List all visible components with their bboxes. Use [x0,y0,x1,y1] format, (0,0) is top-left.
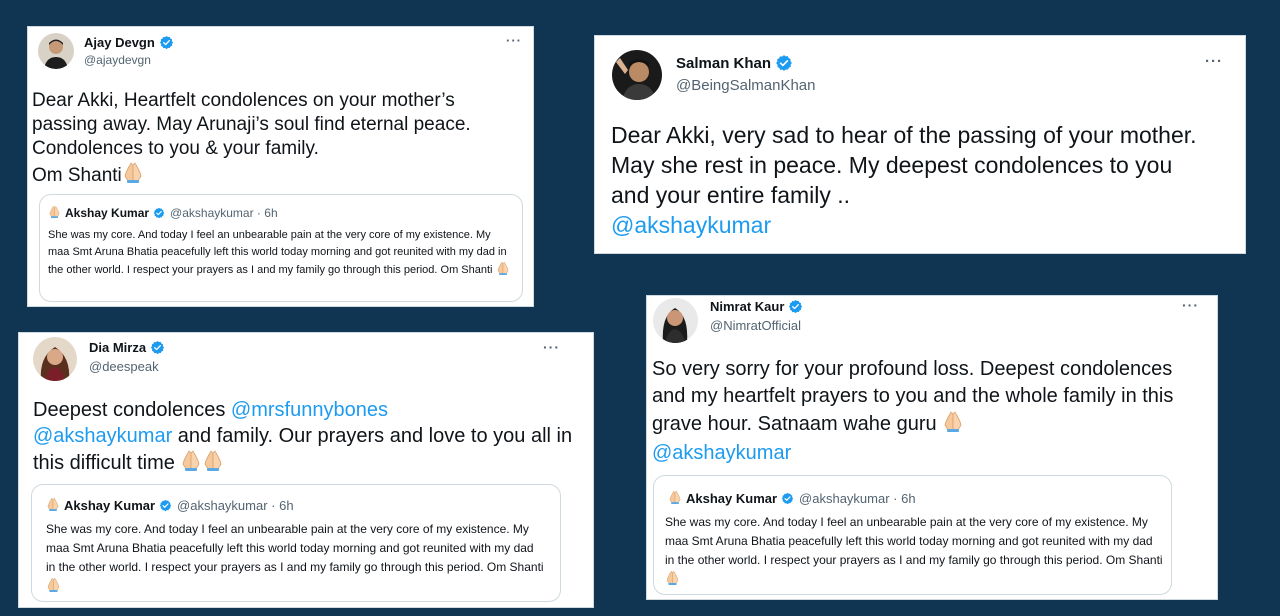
tweet-text-content: So very sorry for your profound loss. De… [652,358,1174,435]
avatar[interactable] [612,50,662,100]
author-handle[interactable]: @BeingSalmanKhan [676,77,815,94]
more-options-icon[interactable]: ··· [1182,297,1199,313]
quoted-text-content: She was my core. And today I feel an unb… [48,229,507,276]
quoted-tweet[interactable]: Akshay Kumar @akshaykumar · 6h She was m… [31,484,561,602]
tweet-card-dia-mirza[interactable]: Dia Mirza @deespeak ··· Deepest condolen… [18,332,594,608]
author-row: Ajay Devgn [84,35,174,50]
more-options-icon[interactable]: ··· [506,33,522,48]
author-name[interactable]: Ajay Devgn [84,35,155,50]
quoted-author-handle[interactable]: @akshaykumar · 6h [799,491,916,506]
verified-badge-icon [159,35,174,50]
verified-badge-icon [775,54,793,72]
mention-link[interactable]: @akshaykumar [611,212,771,238]
folded-hands-emoji-icon [665,570,680,591]
avatar[interactable] [33,337,77,381]
author-row: Nimrat Kaur [710,299,804,314]
avatar[interactable] [653,298,698,343]
author-name[interactable]: Salman Khan [676,55,771,72]
folded-hands-emoji-icon [122,161,144,190]
tweet-card-nimrat-kaur[interactable]: Nimrat Kaur @NimratOfficial ··· So very … [646,295,1218,600]
tweet-text: Dear Akki, very sad to hear of the passi… [611,120,1211,240]
quoted-author-handle[interactable]: @akshaykumar · 6h [170,206,278,220]
folded-hands-emoji-icon [46,577,61,598]
folded-hands-avatar-icon [46,497,60,514]
quoted-text-content: She was my core. And today I feel an unb… [665,515,1163,567]
verified-badge-icon [159,499,172,512]
tweet-text: So very sorry for your profound loss. De… [652,356,1197,467]
verified-badge-icon [150,340,165,355]
author-name[interactable]: Nimrat Kaur [710,299,784,314]
quoted-author-name[interactable]: Akshay Kumar [686,491,777,506]
folded-hands-emoji-icon [202,449,224,478]
folded-hands-avatar-icon [668,490,682,507]
quoted-tweet[interactable]: Akshay Kumar @akshaykumar · 6h She was m… [39,194,523,302]
author-row: Dia Mirza [89,340,165,355]
verified-badge-icon [781,492,794,505]
tweet-card-ajay-devgn[interactable]: Ajay Devgn @ajaydevgn ··· Dear Akki, Hea… [27,26,534,307]
quoted-tweet-text: She was my core. And today I feel an unb… [665,513,1165,591]
folded-hands-emoji-icon [496,261,510,281]
verified-badge-icon [788,299,804,314]
avatar-image [38,33,74,69]
folded-hands-avatar-icon [48,205,61,221]
avatar-image [653,298,698,343]
folded-hands-emoji-icon [180,449,202,478]
avatar[interactable] [38,33,74,69]
quoted-tweet[interactable]: Akshay Kumar @akshaykumar · 6h She was m… [653,475,1172,595]
quoted-tweet-header: Akshay Kumar @akshaykumar · 6h [668,490,916,507]
folded-hands-emoji-icon [942,410,964,440]
tweet-text: Dear Akki, Heartfelt condolences on your… [32,89,522,190]
more-options-icon[interactable]: ··· [543,339,560,355]
tweet-card-salman-khan[interactable]: Salman Khan @BeingSalmanKhan ··· Dear Ak… [594,35,1246,254]
mention-link[interactable]: @akshaykumar [33,425,172,447]
author-handle[interactable]: @deespeak [89,359,159,374]
quoted-author-name[interactable]: Akshay Kumar [65,206,149,220]
author-handle[interactable]: @NimratOfficial [710,318,801,333]
verified-badge-icon [153,207,165,219]
author-row: Salman Khan [676,54,793,72]
mention-link[interactable]: @akshaykumar [652,442,791,464]
tweet-text-content: Dear Akki, Heartfelt condolences on your… [32,90,471,186]
avatar-image [33,337,77,381]
quoted-tweet-text: She was my core. And today I feel an unb… [48,227,510,281]
quoted-text-content: She was my core. And today I feel an unb… [46,522,544,574]
author-name[interactable]: Dia Mirza [89,340,146,355]
avatar-image [612,50,662,100]
more-options-icon[interactable]: ··· [1205,53,1223,70]
quoted-tweet-header: Akshay Kumar @akshaykumar · 6h [46,497,294,514]
tweet-text-prefix: Deepest condolences [33,399,231,421]
quoted-tweet-header: Akshay Kumar @akshaykumar · 6h [48,205,278,221]
tweet-text-content: Dear Akki, very sad to hear of the passi… [611,122,1197,208]
mention-link[interactable]: @mrsfunnybones [231,399,388,421]
quoted-author-handle[interactable]: @akshaykumar · 6h [177,498,294,513]
author-handle[interactable]: @ajaydevgn [84,53,151,67]
tweet-text: Deepest condolences @mrsfunnybones @aksha… [33,397,573,478]
quoted-author-name[interactable]: Akshay Kumar [64,498,155,513]
quoted-tweet-text: She was my core. And today I feel an unb… [46,520,546,598]
